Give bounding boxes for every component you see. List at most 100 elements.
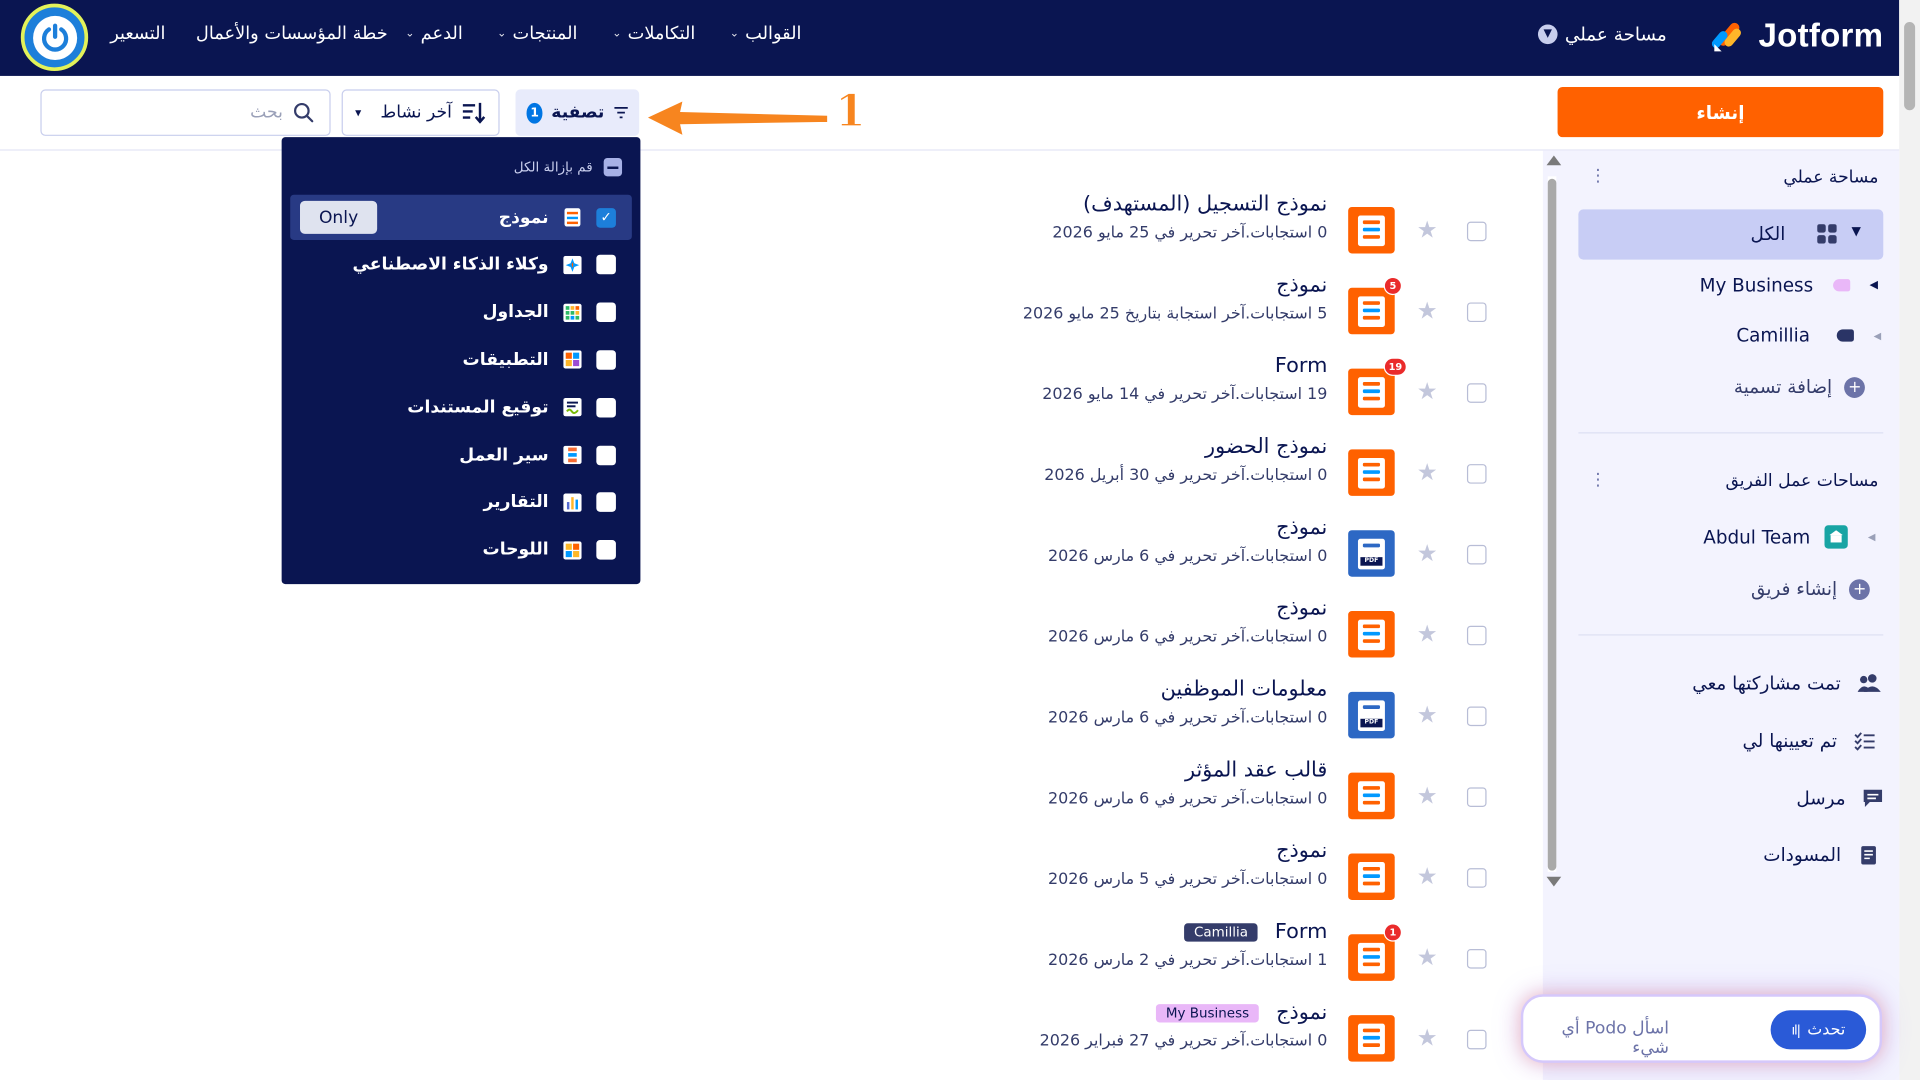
add-label-button[interactable]: إضافة تسمية + — [1734, 376, 1866, 398]
filter-option[interactable]: وكلاء الذكاء الاصطناعي — [290, 242, 632, 287]
label-tag[interactable]: Camillia — [1184, 922, 1258, 942]
nav-integrations[interactable]: ⌄ التكاملات — [612, 24, 695, 44]
create-team-button[interactable]: إنشاء فريق + — [1751, 578, 1871, 600]
sidebar-item-drafts[interactable]: المسودات — [1763, 844, 1879, 866]
star-icon[interactable]: ★ — [1417, 782, 1438, 809]
more-options-icon[interactable]: ⋮ — [1589, 167, 1606, 187]
row-checkbox[interactable] — [1466, 464, 1487, 484]
form-icon — [1348, 287, 1395, 335]
filter-option-checkbox[interactable] — [596, 540, 616, 560]
star-icon[interactable]: ★ — [1417, 863, 1438, 890]
row-checkbox[interactable] — [1466, 625, 1487, 646]
form-title[interactable]: Form — [1275, 354, 1327, 378]
sidebar-item-sent[interactable]: مرسل — [1796, 787, 1883, 809]
filter-option-checkbox[interactable] — [596, 255, 616, 275]
submission-badge: 5 — [1383, 276, 1403, 296]
scroll-down-icon[interactable] — [1546, 876, 1562, 887]
form-meta: 19 استجابات.آخر تحرير في 14 مايو 2026 — [1042, 385, 1328, 405]
filter-option[interactable]: توقيع المستندات — [290, 385, 632, 430]
filter-option[interactable]: ✓ نموذج Only — [290, 194, 632, 241]
talk-button[interactable]: تحدث |ıl — [1770, 1010, 1867, 1050]
workspace-selector[interactable]: مساحة عملي ▼ — [1537, 23, 1667, 45]
form-row[interactable]: ★ PDF نموذج 0 استجابات.آخر تحرير في 6 ما… — [1004, 516, 1494, 614]
form-title[interactable]: معلومات الموظفين — [1161, 677, 1328, 701]
filter-option-checkbox[interactable]: ✓ — [596, 207, 616, 228]
scroll-up-icon[interactable] — [1546, 155, 1562, 166]
form-row[interactable]: ★ نموذج الحضور 0 استجابات.آخر تحرير في 3… — [1004, 435, 1494, 533]
form-title[interactable]: نموذج التسجيل (المستهدف) — [1083, 192, 1327, 216]
search-input[interactable]: بحث — [40, 89, 331, 136]
form-title[interactable]: نموذج — [1276, 839, 1327, 863]
sidebar-item-shared[interactable]: تمت مشاركتها معي — [1692, 672, 1882, 694]
create-button[interactable]: إنشاء — [1557, 86, 1884, 138]
filter-option-checkbox[interactable] — [596, 397, 616, 418]
annotation-number: 1 — [834, 85, 866, 138]
filter-button[interactable]: 1 تصفية — [515, 89, 640, 136]
sidebar-item-assigned[interactable]: تم تعيينها لي — [1742, 730, 1876, 752]
sidebar-team-abdul[interactable]: Abdul Team ◀ — [1703, 525, 1875, 549]
form-title[interactable]: قالب عقد المؤثر — [1185, 758, 1327, 782]
filter-option[interactable]: التطبيقات — [290, 337, 632, 382]
chevron-down-icon: ⌄ — [612, 28, 622, 41]
row-checkbox[interactable] — [1466, 787, 1487, 807]
nav-templates[interactable]: ⌄ القوالب — [730, 24, 802, 44]
star-icon[interactable]: ★ — [1417, 1025, 1438, 1052]
sidebar-label-my-business[interactable]: My Business ◀ — [1700, 274, 1878, 296]
only-button[interactable]: Only — [300, 200, 378, 234]
nav-enterprise[interactable]: خطة المؤسسات والأعمال — [196, 24, 388, 44]
nav-products[interactable]: ⌄ المنتجات — [497, 24, 577, 44]
filter-option[interactable]: اللوحات — [290, 527, 632, 572]
form-row[interactable]: ★ قالب عقد المؤثر 0 استجابات.آخر تحرير ف… — [1004, 758, 1494, 856]
user-avatar[interactable] — [20, 3, 89, 72]
window-scrollbar[interactable] — [1899, 0, 1920, 1080]
star-icon[interactable]: ★ — [1417, 378, 1438, 405]
clear-all-button[interactable]: قم بإزالة الكل — [514, 157, 623, 177]
star-icon[interactable]: ★ — [1417, 217, 1438, 244]
star-icon[interactable]: ★ — [1417, 459, 1438, 486]
form-title[interactable]: نموذج — [1276, 1000, 1327, 1024]
star-icon[interactable]: ★ — [1417, 702, 1438, 729]
nav-pricing[interactable]: التسعير — [110, 24, 165, 44]
filter-option-checkbox[interactable] — [596, 350, 616, 370]
form-row[interactable]: ★ 5 نموذج 5 استجابات.آخر استجابة بتاريخ … — [1004, 273, 1494, 371]
row-checkbox[interactable] — [1466, 383, 1487, 403]
plus-icon: + — [1849, 578, 1871, 600]
nav-support[interactable]: ⌄ الدعم — [405, 24, 462, 44]
filter-option[interactable]: الجداول — [290, 290, 632, 335]
form-row[interactable]: ★ نموذج My Business 0 استجابات.آخر تحرير … — [1004, 1000, 1494, 1080]
clear-all-checkbox[interactable] — [603, 157, 623, 177]
jotform-logo[interactable]: Jotform — [1711, 17, 1883, 55]
podo-assistant-input[interactable]: اسأل Podo أي شيء تحدث |ıl — [1520, 994, 1883, 1063]
row-checkbox[interactable] — [1466, 868, 1487, 888]
list-scrollbar[interactable] — [1544, 154, 1561, 892]
scrollbar-thumb[interactable] — [1547, 178, 1557, 871]
row-checkbox[interactable] — [1466, 302, 1487, 323]
label-tag[interactable]: My Business — [1156, 1003, 1259, 1022]
sidebar-item-all[interactable]: ▼ الكل — [1578, 209, 1884, 260]
scrollbar-thumb[interactable] — [1904, 22, 1916, 111]
filter-option-checkbox[interactable] — [596, 302, 616, 323]
filter-option[interactable]: سير العمل — [290, 432, 632, 477]
sidebar-label-camillia[interactable]: Camillia ◀ — [1736, 324, 1881, 346]
row-checkbox[interactable] — [1466, 1029, 1487, 1050]
form-title[interactable]: نموذج — [1276, 596, 1327, 620]
form-title[interactable]: نموذج الحضور — [1205, 435, 1327, 459]
row-checkbox[interactable] — [1466, 948, 1487, 969]
form-title[interactable]: Form — [1275, 920, 1327, 944]
row-checkbox[interactable] — [1466, 706, 1487, 727]
star-icon[interactable]: ★ — [1417, 621, 1438, 648]
star-icon[interactable]: ★ — [1417, 298, 1438, 325]
form-title[interactable]: نموذج — [1276, 516, 1327, 540]
filter-option[interactable]: التقارير — [290, 480, 632, 525]
sort-dropdown[interactable]: ▾ آخر نشاط — [341, 89, 500, 136]
row-checkbox[interactable] — [1466, 221, 1487, 242]
star-icon[interactable]: ★ — [1417, 540, 1438, 567]
filter-option-label: التطبيقات — [462, 350, 549, 370]
form-row[interactable]: ★ نموذج التسجيل (المستهدف) 0 استجابات.آخ… — [1004, 192, 1494, 290]
more-options-icon[interactable]: ⋮ — [1589, 470, 1606, 490]
star-icon[interactable]: ★ — [1417, 944, 1438, 971]
filter-option-checkbox[interactable] — [596, 492, 616, 513]
filter-option-checkbox[interactable] — [596, 445, 616, 465]
row-checkbox[interactable] — [1466, 544, 1487, 565]
form-title[interactable]: نموذج — [1276, 273, 1327, 297]
